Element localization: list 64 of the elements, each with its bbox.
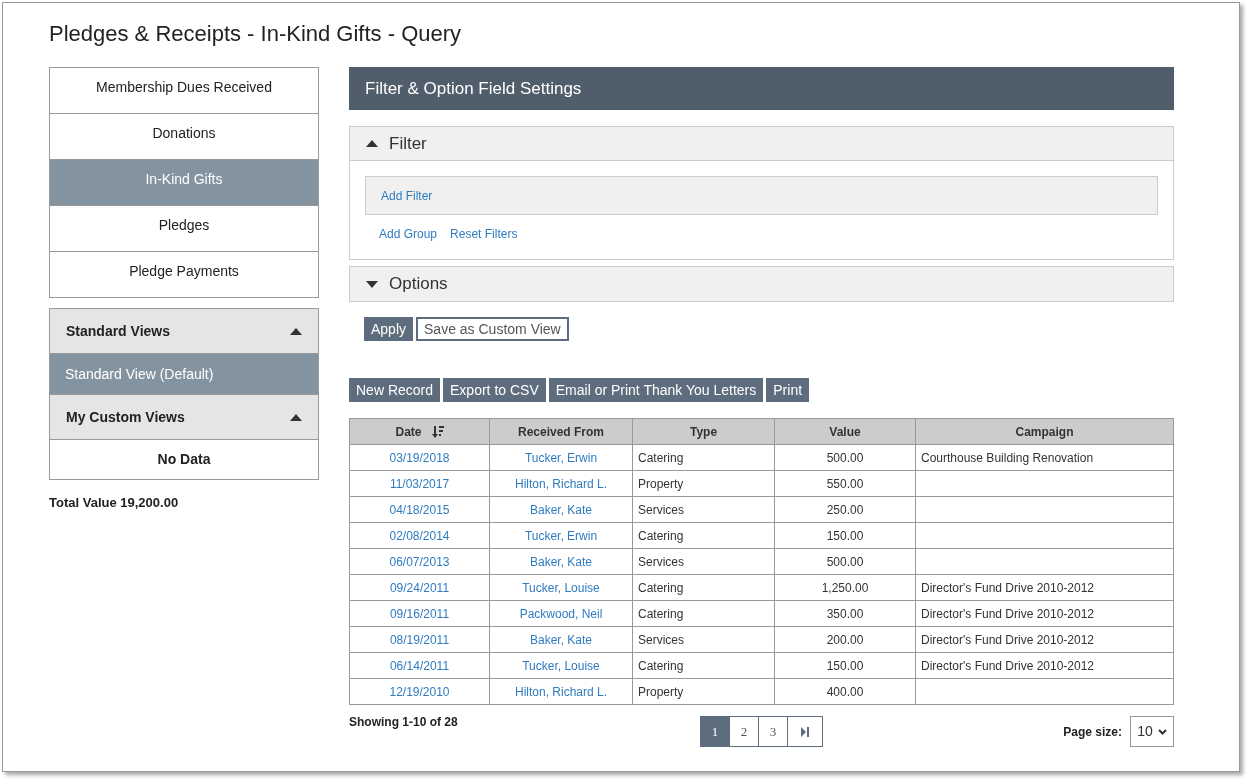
column-header[interactable]: Received From xyxy=(489,418,633,445)
views-title: My Custom Views xyxy=(66,407,185,427)
toolbar-button[interactable]: New Record xyxy=(349,378,441,402)
table-cell: Property xyxy=(632,678,775,705)
table-cell: Director's Fund Drive 2010-2012 xyxy=(915,600,1174,627)
collapse-icon xyxy=(366,140,378,147)
table-cell: 550.00 xyxy=(774,470,916,497)
toolbar-button[interactable]: Print xyxy=(766,378,810,402)
column-header[interactable]: Campaign xyxy=(915,418,1174,445)
table-cell: Services xyxy=(632,548,775,575)
sort-descending-icon xyxy=(431,425,444,438)
table-cell: Services xyxy=(632,626,775,653)
views-header[interactable]: My Custom Views xyxy=(50,395,318,440)
expand-icon xyxy=(366,280,378,288)
total-value: Total Value 19,200.00 xyxy=(49,494,180,512)
table-cell: 500.00 xyxy=(774,548,916,575)
table-cell: 150.00 xyxy=(774,652,916,679)
table-cell: Catering xyxy=(632,652,775,679)
settings-header: Filter & Option Field Settings xyxy=(349,67,1174,110)
filter-link[interactable]: Reset Filters xyxy=(450,225,518,243)
toolbar-button[interactable]: Export to CSV xyxy=(443,378,546,402)
table-cell: Catering xyxy=(632,600,775,627)
table-cell: 350.00 xyxy=(774,600,916,627)
column-header[interactable]: Value xyxy=(774,418,916,445)
table-cell: Courthouse Building Renovation xyxy=(915,444,1174,471)
table-cell: Director's Fund Drive 2010-2012 xyxy=(915,574,1174,601)
table-cell: Catering xyxy=(632,444,775,471)
page-size-select[interactable]: 10 xyxy=(1130,716,1174,747)
table-cell: 500.00 xyxy=(774,444,916,471)
toolbar-button[interactable]: Email or Print Thank You Letters xyxy=(548,378,764,402)
options-header[interactable]: Options xyxy=(350,267,1173,301)
filter-title: Filter xyxy=(389,132,427,155)
filter-header[interactable]: Filter xyxy=(350,127,1173,161)
save-view-button[interactable]: Save as Custom View xyxy=(416,317,569,341)
table-cell: 200.00 xyxy=(774,626,916,653)
views-header[interactable]: Standard Views xyxy=(50,309,318,354)
collapse-icon xyxy=(290,327,302,335)
options-title: Options xyxy=(389,273,448,296)
filter-link[interactable]: Add Group xyxy=(379,225,438,243)
page-title: Pledges & Receipts - In-Kind Gifts - Query xyxy=(49,20,463,48)
table-cell: 250.00 xyxy=(774,496,916,523)
table-cell: Director's Fund Drive 2010-2012 xyxy=(915,626,1174,653)
table-cell: Catering xyxy=(632,522,775,549)
empty-message: No Data xyxy=(50,440,318,480)
table-cell: 150.00 xyxy=(774,522,916,549)
add-filter-link[interactable]: Add Filter xyxy=(381,186,433,205)
page-size-label: Page size: xyxy=(1063,723,1122,741)
table-cell: 1,250.00 xyxy=(774,574,916,601)
showing-count: Showing 1-10 of 28 xyxy=(349,714,459,731)
collapse-icon xyxy=(290,413,302,421)
table-cell: Catering xyxy=(632,574,775,601)
table-cell: Director's Fund Drive 2010-2012 xyxy=(915,652,1174,679)
table-cell: Property xyxy=(632,470,775,497)
last-page-icon xyxy=(801,726,809,737)
view-item[interactable]: Standard View (Default) xyxy=(50,354,318,395)
table-cell: 400.00 xyxy=(774,678,916,705)
column-header[interactable]: Date xyxy=(349,418,490,445)
chevron-down-icon xyxy=(1157,728,1167,735)
column-header[interactable]: Type xyxy=(632,418,775,445)
apply-button[interactable]: Apply xyxy=(364,317,414,341)
views-title: Standard Views xyxy=(66,321,170,341)
nav-item[interactable]: In-Kind Gifts xyxy=(50,160,318,206)
table-cell: Services xyxy=(632,496,775,523)
page-button[interactable]: 1 xyxy=(701,717,730,746)
